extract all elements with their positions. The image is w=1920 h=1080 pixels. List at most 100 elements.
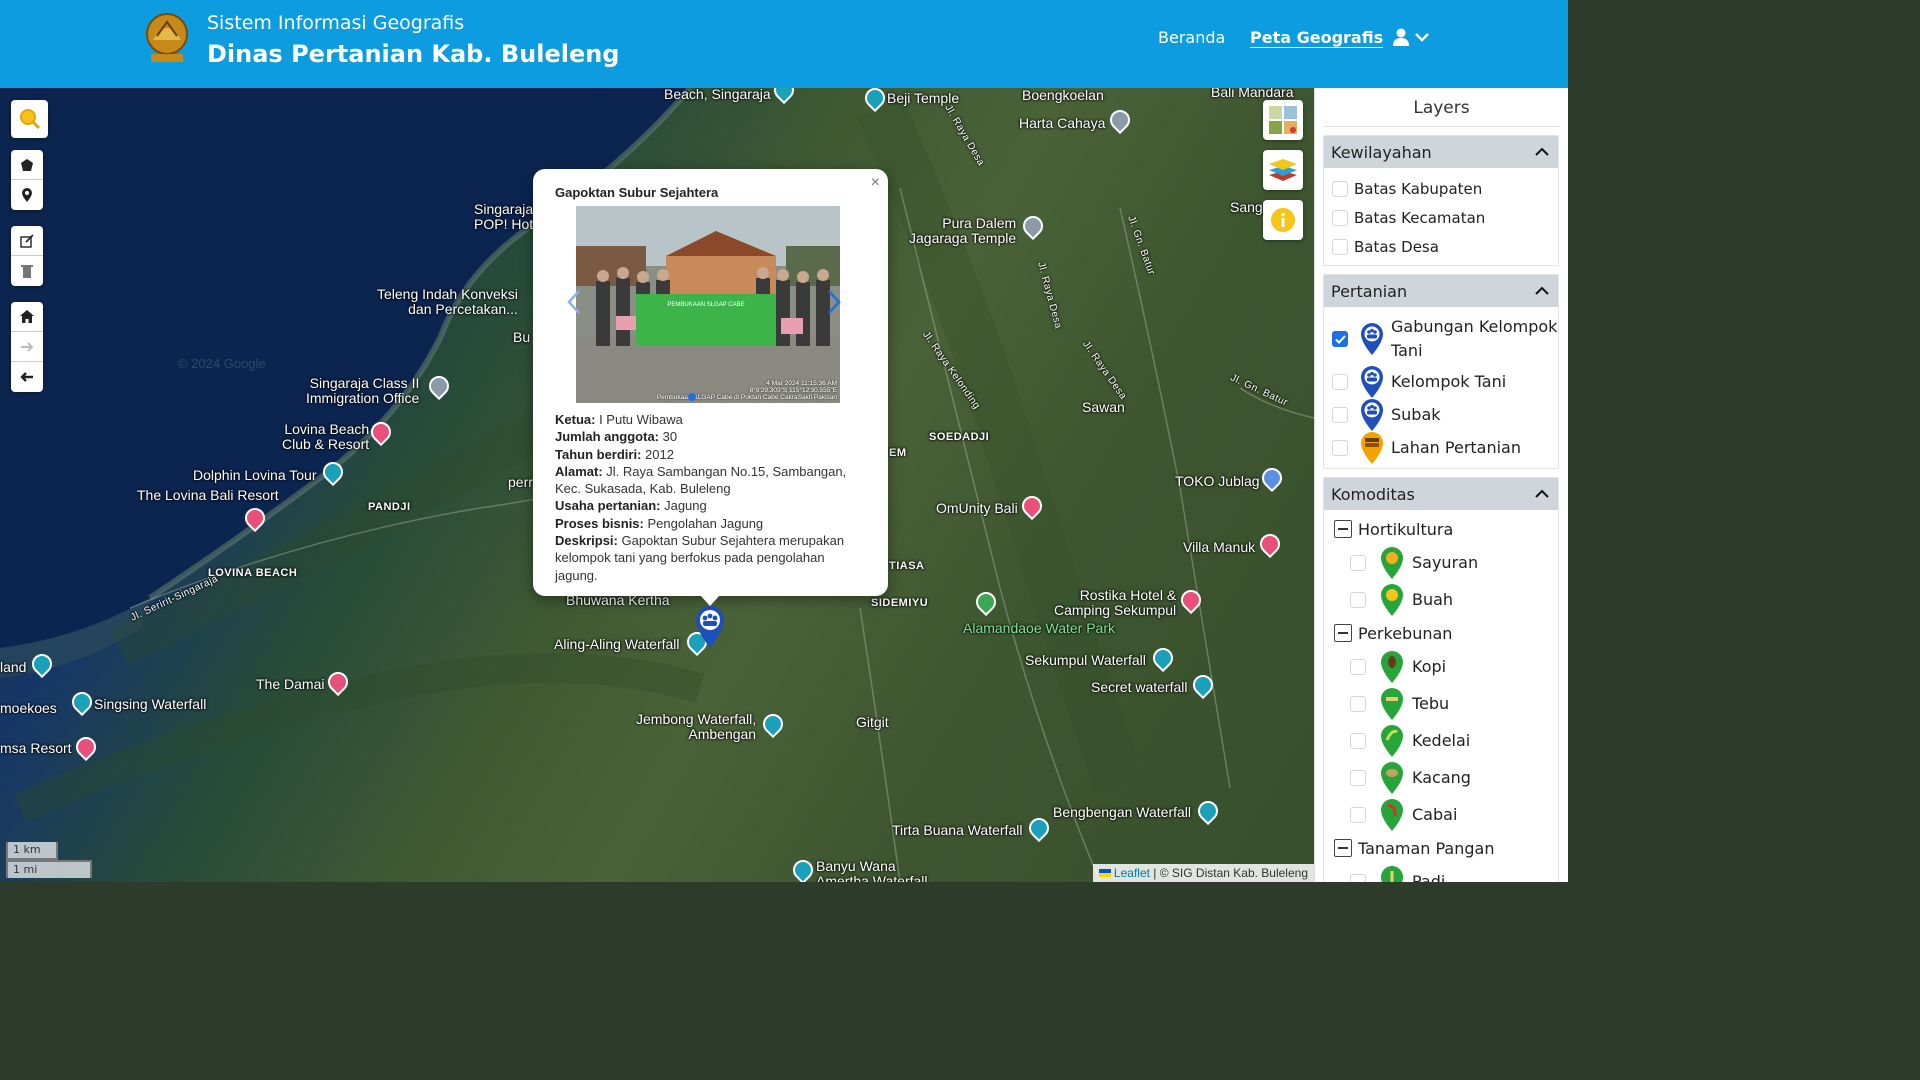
collapse-icon[interactable]: [1334, 520, 1352, 538]
place-label: Lovina Beach Club & Resort: [282, 421, 370, 452]
section-pertanian-header[interactable]: Pertanian: [1324, 275, 1558, 307]
place-label: Bu: [513, 329, 531, 345]
place-label: Jembong Waterfall, Ambengan: [636, 711, 757, 742]
place-label: SIDEMIYU: [871, 597, 929, 609]
place-label: EM: [889, 447, 907, 459]
layers-toggle-button[interactable]: [1263, 150, 1303, 190]
scale-mi: 1 mi: [6, 860, 92, 878]
user-menu[interactable]: [1392, 28, 1430, 46]
collapse-icon[interactable]: [1334, 624, 1352, 642]
app-title: Dinas Pertanian Kab. Buleleng: [207, 40, 620, 68]
sidebar-title: Layers: [1323, 98, 1560, 127]
layer-kopi[interactable]: Kopi: [1324, 648, 1558, 685]
info-icon: [1271, 208, 1295, 232]
checkbox[interactable]: [1350, 769, 1366, 786]
layer-kedelai[interactable]: Kedelai: [1324, 722, 1558, 759]
leaflet-link[interactable]: Leaflet: [1114, 866, 1150, 880]
checkbox[interactable]: [1350, 658, 1366, 675]
detail-jumlah-anggota: Jumlah anggota: 30: [555, 429, 678, 445]
layer-batas-kabupaten[interactable]: Batas Kabupaten: [1324, 174, 1558, 203]
place-label: Sang: [1230, 199, 1263, 215]
checkbox-checked[interactable]: [1332, 331, 1348, 347]
place-label: TIASA: [889, 560, 925, 572]
place-label: LOVINA BEACH: [208, 567, 298, 579]
place-label: TOKO Jublag: [1175, 473, 1260, 489]
layers-icon: [1269, 159, 1297, 181]
nav-toolbar: [11, 302, 43, 392]
place-label: Aling-Aling Waterfall: [554, 636, 680, 652]
attribution-text: | © SIG Distan Kab. Buleleng: [1149, 866, 1308, 880]
edit-layers-button[interactable]: [11, 226, 43, 256]
layer-sayuran[interactable]: Sayuran: [1324, 544, 1558, 581]
checkbox[interactable]: [1350, 732, 1366, 749]
checkbox[interactable]: [1332, 373, 1348, 390]
place-label: Banyu Wana Amertha Waterfall: [816, 858, 928, 883]
info-button[interactable]: [1263, 200, 1303, 240]
carousel-next-button[interactable]: [827, 289, 841, 322]
layer-buah[interactable]: Buah: [1324, 581, 1558, 618]
map-watermark: © 2024 Google: [178, 356, 266, 371]
vegetable-pin-icon: [1381, 546, 1403, 579]
checkbox[interactable]: [1332, 439, 1348, 456]
nav-peta-geografis[interactable]: Peta Geografis: [1250, 28, 1383, 47]
draw-marker-button[interactable]: [11, 180, 43, 210]
collapse-icon[interactable]: [1334, 839, 1352, 857]
layer-padi[interactable]: Padi: [1324, 863, 1558, 882]
forward-view-button[interactable]: [11, 332, 43, 362]
popup-close-button[interactable]: ×: [871, 174, 880, 192]
checkbox[interactable]: [1350, 554, 1366, 571]
carousel-dot[interactable]: [688, 393, 696, 401]
chevron-right-icon: [828, 290, 841, 314]
checkbox[interactable]: [1350, 591, 1366, 608]
layer-tebu[interactable]: Tebu: [1324, 685, 1558, 722]
checkbox[interactable]: [1350, 695, 1366, 712]
section-komoditas-header[interactable]: Komoditas: [1324, 478, 1558, 510]
layer-kacang[interactable]: Kacang: [1324, 759, 1558, 796]
place-label: Sekumpul Waterfall: [1025, 652, 1146, 668]
arrow-left-icon: [20, 372, 33, 382]
checkbox[interactable]: [1350, 806, 1366, 823]
section-kewilayahan: Kewilayahan Batas Kabupaten Batas Kecama…: [1323, 135, 1559, 266]
nav-beranda[interactable]: Beranda: [1158, 28, 1225, 47]
popup-tip: [700, 595, 720, 606]
layer-subak[interactable]: Subak: [1324, 398, 1558, 431]
layer-gapoktan[interactable]: Gabungan Kelompok Tani: [1324, 313, 1558, 365]
section-kewilayahan-header[interactable]: Kewilayahan: [1324, 136, 1558, 168]
checkbox[interactable]: [1332, 180, 1348, 197]
place-label: Pura Dalem Jagaraga Temple: [909, 215, 1017, 246]
place-label: Bali Mandara: [1211, 88, 1294, 100]
basemap-switch-button[interactable]: [1263, 100, 1303, 140]
delete-layers-button[interactable]: [11, 256, 43, 286]
farmer-group-pin-icon: [696, 606, 724, 648]
gapoktan-marker[interactable]: [695, 606, 725, 652]
layer-batas-kecamatan[interactable]: Batas Kecamatan: [1324, 203, 1558, 232]
sugarcane-pin-icon: [1381, 687, 1403, 720]
layer-cabai[interactable]: Cabai: [1324, 796, 1558, 833]
checkbox[interactable]: [1332, 238, 1348, 255]
layer-batas-desa[interactable]: Batas Desa: [1324, 232, 1558, 261]
layer-lahan-pertanian[interactable]: Lahan Pertanian: [1324, 431, 1558, 464]
checkbox[interactable]: [1332, 209, 1348, 226]
place-label: Beach, Singaraja: [664, 88, 771, 102]
detail-tahun-berdiri: Tahun berdiri: 2012: [555, 446, 674, 462]
place-label: The Lovina Bali Resort: [137, 487, 279, 503]
back-view-button[interactable]: [11, 362, 43, 392]
group-perkebunan[interactable]: Perkebunan: [1324, 618, 1558, 648]
chevron-down-icon: [1415, 33, 1429, 42]
place-label: Gitgit: [856, 714, 889, 730]
distan-logo: [146, 13, 188, 62]
carousel-prev-button[interactable]: [567, 289, 581, 322]
place-label: Singaraja POP! Hot: [474, 201, 534, 232]
home-view-button[interactable]: [11, 302, 43, 332]
chevron-left-icon: [567, 290, 580, 314]
place-label: Tirta Buana Waterfall: [892, 822, 1023, 838]
scale-km: 1 km: [6, 842, 58, 860]
draw-polygon-button[interactable]: [11, 150, 43, 180]
home-icon: [20, 310, 34, 323]
group-tanaman-pangan[interactable]: Tanaman Pangan: [1324, 833, 1558, 863]
checkbox[interactable]: [1332, 406, 1348, 423]
layer-kelompok-tani[interactable]: Kelompok Tani: [1324, 365, 1558, 398]
group-hortikultura[interactable]: Hortikultura: [1324, 514, 1558, 544]
checkbox[interactable]: [1350, 873, 1366, 882]
search-map-button[interactable]: [11, 100, 48, 138]
